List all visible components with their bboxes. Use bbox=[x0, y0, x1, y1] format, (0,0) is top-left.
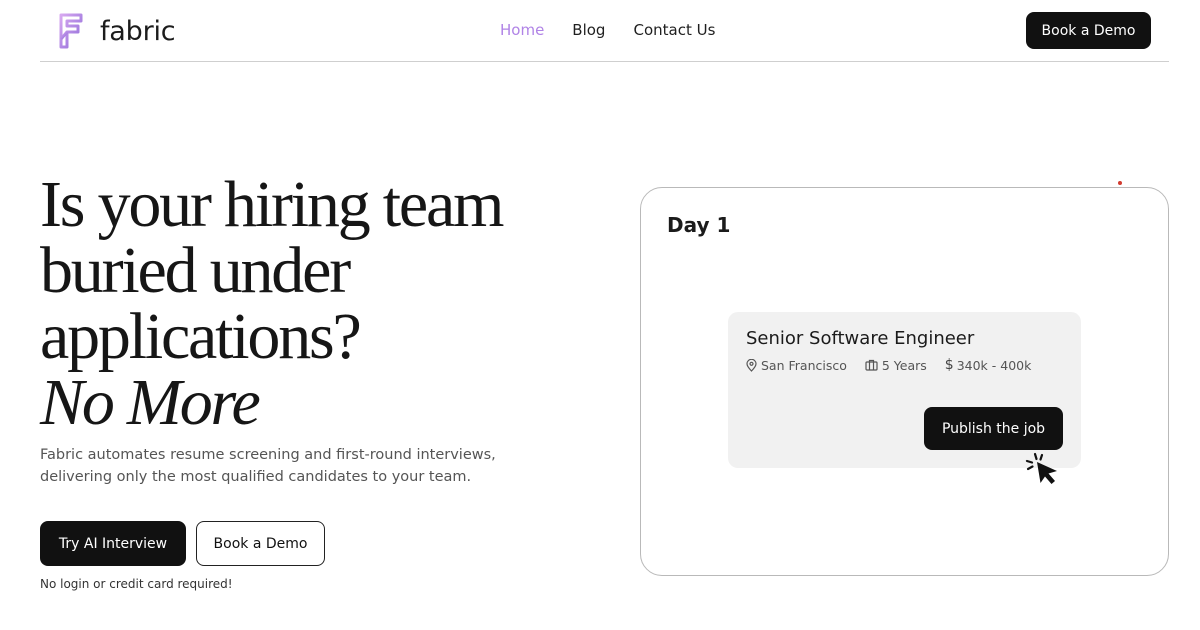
job-experience: 5 Years bbox=[865, 358, 927, 373]
hero-subtitle-line: delivering only the most qualified candi… bbox=[40, 469, 472, 485]
briefcase-icon bbox=[865, 359, 878, 371]
job-salary: $ 340k - 400k bbox=[945, 357, 1032, 373]
publish-job-button[interactable]: Publish the job bbox=[924, 407, 1063, 450]
decorative-dot bbox=[1118, 181, 1122, 185]
logo-text: fabric bbox=[100, 15, 176, 47]
book-demo-hero-button[interactable]: Book a Demo bbox=[196, 521, 325, 566]
hero-title-italic: No More bbox=[40, 366, 261, 439]
job-card: Senior Software Engineer San Francisco 5… bbox=[728, 312, 1081, 468]
job-title: Senior Software Engineer bbox=[746, 328, 975, 349]
job-location: San Francisco bbox=[746, 358, 847, 373]
day-label: Day 1 bbox=[667, 213, 731, 237]
hero-title-line: buried under bbox=[40, 234, 351, 307]
click-cursor-icon bbox=[1025, 452, 1057, 484]
hero-title: Is your hiring team buried under applica… bbox=[40, 172, 600, 436]
main-nav: Home Blog Contact Us bbox=[500, 21, 743, 39]
nav-blog[interactable]: Blog bbox=[572, 21, 605, 39]
try-ai-interview-button[interactable]: Try AI Interview bbox=[40, 521, 186, 566]
fabric-logo-icon bbox=[59, 13, 83, 49]
nav-contact-us[interactable]: Contact Us bbox=[633, 21, 715, 39]
nav-home[interactable]: Home bbox=[500, 21, 544, 39]
job-location-text: San Francisco bbox=[761, 357, 847, 373]
location-pin-icon bbox=[746, 358, 757, 372]
no-login-note: No login or credit card required! bbox=[40, 577, 233, 591]
book-demo-header-button[interactable]: Book a Demo bbox=[1026, 12, 1151, 49]
demo-card: Day 1 Senior Software Engineer San Franc… bbox=[640, 187, 1169, 576]
job-experience-text: 5 Years bbox=[881, 357, 927, 373]
landing-page: fabric Home Blog Contact Us Book a Demo … bbox=[0, 0, 1200, 630]
job-meta: San Francisco 5 Years $ 340k - 400k bbox=[746, 357, 1049, 373]
hero-title-line: Is your hiring team bbox=[40, 168, 504, 241]
site-header: fabric Home Blog Contact Us Book a Demo bbox=[40, 0, 1169, 62]
hero-subtitle: Fabric automates resume screening and fi… bbox=[40, 444, 496, 488]
hero-subtitle-line: Fabric automates resume screening and fi… bbox=[40, 447, 496, 463]
job-salary-text: 340k - 400k bbox=[956, 357, 1032, 373]
logo[interactable]: fabric bbox=[56, 12, 176, 50]
dollar-icon: $ bbox=[944, 357, 954, 373]
hero-title-line: applications? bbox=[40, 300, 362, 373]
